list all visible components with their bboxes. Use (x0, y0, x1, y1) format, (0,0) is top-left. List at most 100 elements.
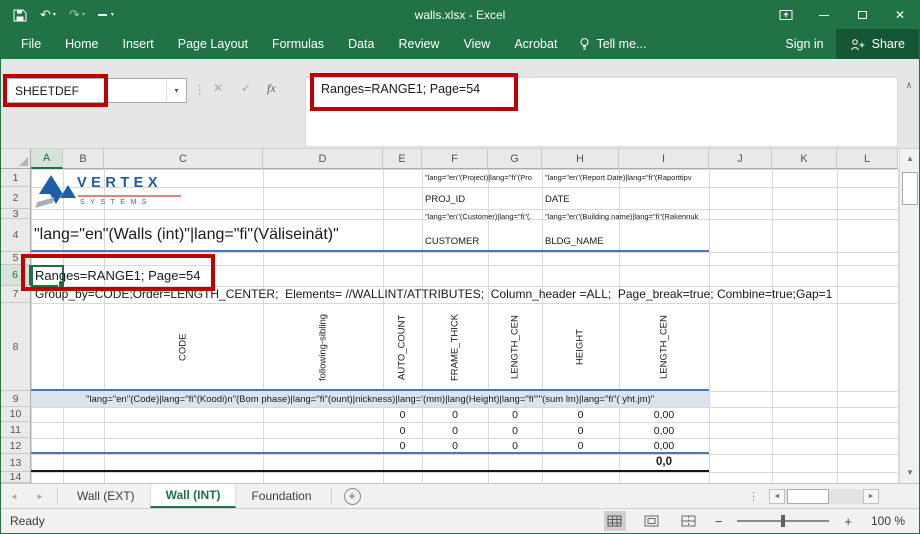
cell-I11[interactable]: 0,00 (619, 424, 709, 438)
zoom-in-button[interactable]: + (844, 514, 852, 529)
share-button[interactable]: Share (836, 29, 919, 59)
insert-function-button[interactable]: fx (267, 81, 276, 96)
cell-I10[interactable]: 0,00 (619, 408, 709, 422)
row-header-2[interactable]: 2 (1, 187, 31, 209)
minimize-button[interactable] (805, 1, 843, 29)
cell-F1[interactable]: "lang="en"(Project)|lang="fi"(Pro (425, 171, 539, 184)
row-header-7[interactable]: 7 (1, 286, 31, 303)
cell-F12[interactable]: 0 (422, 439, 488, 453)
ribbon-tab-page-layout[interactable]: Page Layout (166, 29, 260, 59)
tell-me-box[interactable]: Tell me... (569, 37, 656, 51)
ribbon-tab-acrobat[interactable]: Acrobat (502, 29, 569, 59)
sheet-tab-foundation[interactable]: Foundation (236, 484, 326, 508)
vertical-scrollbar[interactable]: ▲ ▼ (899, 149, 920, 483)
sheet-tab-wall-int[interactable]: Wall (INT) (150, 484, 237, 508)
column-header-C[interactable]: C (104, 149, 263, 169)
customize-quick-access-button[interactable]: ▾ (98, 1, 114, 29)
column-header-F[interactable]: F (422, 149, 488, 169)
new-sheet-button[interactable]: + (344, 488, 361, 505)
row-header-1[interactable]: 1 (1, 169, 31, 187)
vertical-scrollbar-thumb[interactable] (902, 172, 918, 205)
maximize-button[interactable] (843, 1, 881, 29)
cell-H11[interactable]: 0 (542, 424, 619, 438)
ribbon-tab-insert[interactable]: Insert (111, 29, 166, 59)
sheet-nav-left-icon[interactable]: ◄ (1, 484, 27, 508)
cell-G11[interactable]: 0 (488, 424, 542, 438)
column-header-G[interactable]: G (488, 149, 542, 169)
cell-A7[interactable]: Group_by=CODE;Order=LENGTH_CENTER; Eleme… (35, 287, 895, 302)
horizontal-scrollbar-track[interactable] (785, 489, 863, 504)
sign-in-button[interactable]: Sign in (773, 37, 835, 51)
column-header-D[interactable]: D (263, 149, 383, 169)
table-header-auto-count[interactable]: AUTO_COUNT (392, 305, 412, 389)
row-header-9[interactable]: 9 (1, 391, 31, 407)
row-header-5[interactable]: 5 (1, 252, 31, 265)
worksheet-grid[interactable]: VERTEX SYSTEMS "lang="en"(Project)|lang=… (1, 149, 899, 483)
ribbon-tab-data[interactable]: Data (336, 29, 386, 59)
cell-I12[interactable]: 0,00 (619, 439, 709, 453)
ribbon-tab-review[interactable]: Review (386, 29, 451, 59)
zoom-out-button[interactable]: − (715, 514, 723, 529)
cell-H2[interactable]: DATE (545, 192, 570, 207)
cell-A6[interactable]: Ranges=RANGE1; Page=54 (35, 266, 201, 286)
table-header-following-sibling[interactable]: following-sibling (313, 305, 333, 389)
select-all-corner[interactable] (1, 149, 31, 169)
ribbon-tab-home[interactable]: Home (53, 29, 110, 59)
cell-G10[interactable]: 0 (488, 408, 542, 422)
scroll-down-button[interactable]: ▼ (900, 463, 920, 483)
enter-button[interactable]: ✓ (241, 81, 251, 95)
undo-button[interactable]: ↶▾ (40, 1, 56, 29)
cell-F4[interactable]: CUSTOMER (425, 234, 479, 249)
cell-H1[interactable]: "lang="en"(Report Date)|lang="fi"(Raport… (545, 171, 707, 184)
cell-H10[interactable]: 0 (542, 408, 619, 422)
row-header-3[interactable]: 3 (1, 209, 31, 219)
table-header-frame-thick[interactable]: FRAME_THICK (445, 305, 465, 389)
ribbon-display-options-button[interactable] (767, 1, 805, 29)
cell-E10[interactable]: 0 (383, 408, 422, 422)
table-header-length-center[interactable]: LENGTH_CEN (505, 305, 525, 389)
scroll-right-button[interactable]: ► (863, 489, 879, 504)
name-box[interactable]: SHEETDEF ▾ (5, 78, 187, 103)
column-header-E[interactable]: E (383, 149, 422, 169)
cell-F10[interactable]: 0 (422, 408, 488, 422)
sheet-nav-right-icon[interactable]: ► (27, 484, 53, 508)
cell-H3[interactable]: "lang="en"(Building name)|lang="fi"(Rake… (545, 210, 707, 223)
close-button[interactable]: ✕ (881, 1, 919, 29)
row-header-13[interactable]: 13 (1, 454, 31, 472)
zoom-level[interactable]: 100 % (867, 514, 905, 528)
horizontal-scrollbar[interactable]: ◄ ► (769, 489, 879, 504)
ribbon-tab-view[interactable]: View (451, 29, 502, 59)
column-header-B[interactable]: B (63, 149, 104, 169)
collapse-formula-bar-button[interactable]: ∧ (900, 80, 918, 91)
cell-A4-title[interactable]: "lang="en"(Walls (int)"|lang="fi"(Välise… (34, 221, 339, 249)
table-header-length-center-2[interactable]: LENGTH_CEN (654, 305, 674, 389)
save-icon[interactable] (13, 9, 27, 22)
row-header-12[interactable]: 12 (1, 438, 31, 454)
row-header-6[interactable]: 6 (1, 265, 31, 286)
column-header-K[interactable]: K (772, 149, 837, 169)
table-header-code[interactable]: CODE (173, 305, 193, 389)
page-layout-view-button[interactable] (641, 511, 663, 531)
cell-F11[interactable]: 0 (422, 424, 488, 438)
column-header-A[interactable]: A (31, 149, 63, 169)
ribbon-tab-file[interactable]: File (9, 29, 53, 59)
name-box-dropdown[interactable]: ▾ (166, 79, 186, 102)
cell-A9-column-labels[interactable]: "lang="en"(Code)|lang="fi"(Koodi)n"(Bom … (86, 393, 654, 406)
row-header-8[interactable]: 8 (1, 303, 31, 391)
table-header-height[interactable]: HEIGHT (570, 305, 590, 389)
scroll-left-button[interactable]: ◄ (769, 489, 785, 504)
zoom-slider[interactable] (737, 520, 829, 522)
row-header-11[interactable]: 11 (1, 422, 31, 438)
column-header-J[interactable]: J (709, 149, 772, 169)
cancel-button[interactable]: ✕ (213, 81, 223, 95)
cell-E11[interactable]: 0 (383, 424, 422, 438)
cell-H12[interactable]: 0 (542, 439, 619, 453)
row-header-4[interactable]: 4 (1, 219, 31, 252)
row-header-14[interactable]: 14 (1, 472, 31, 483)
cell-F2[interactable]: PROJ_ID (425, 192, 465, 207)
column-header-L[interactable]: L (837, 149, 898, 169)
cell-F3[interactable]: "lang="en"(Customer)|lang="fi"(. (425, 210, 539, 223)
redo-button[interactable]: ↷▾ (69, 1, 85, 29)
formula-input[interactable]: Ranges=RANGE1; Page=54 (305, 77, 898, 147)
cell-H4[interactable]: BLDG_NAME (545, 234, 604, 249)
